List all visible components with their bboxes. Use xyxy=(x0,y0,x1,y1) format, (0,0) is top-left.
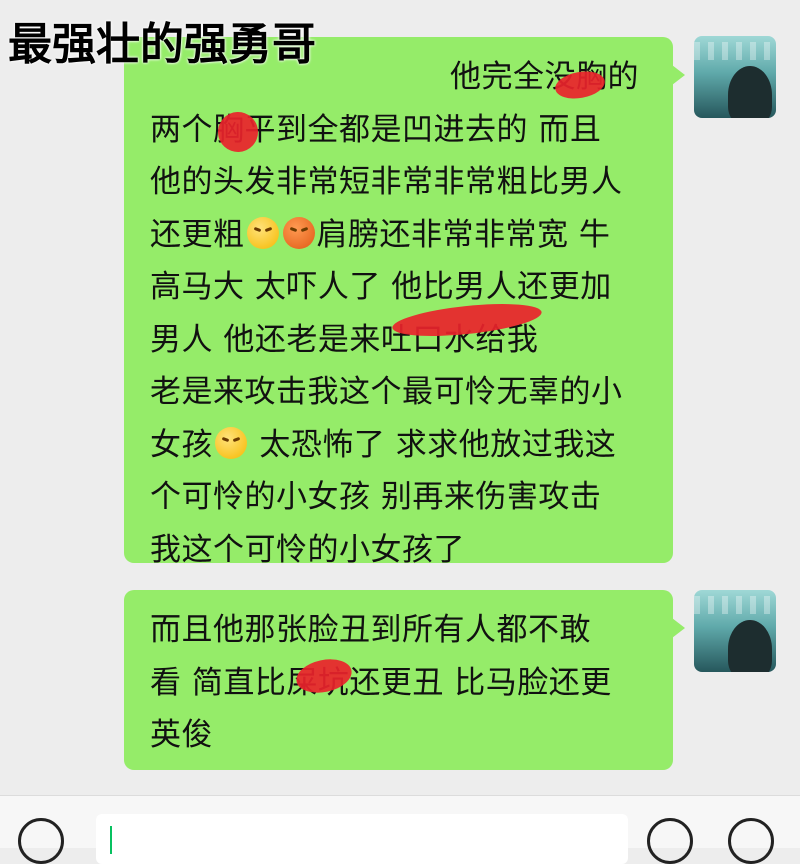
message-line: 女孩 太恐怖了 求求他放过我这 xyxy=(150,426,617,463)
message-line: 他的头发非常短非常非常粗比男人 xyxy=(150,164,623,200)
message-input[interactable] xyxy=(96,814,628,864)
chat-input-bar xyxy=(0,795,800,864)
angry-emoji-icon xyxy=(282,216,315,249)
overlay-title: 最强壮的强勇哥 xyxy=(8,19,316,70)
message-bubble[interactable]: 他完全没胸的 两个胸平到全都是凹进去的 而且 他的头发非常短非常非常粗比男人 还… xyxy=(124,37,685,568)
message-line: 英俊 xyxy=(150,717,213,753)
message-line: 我这个可怜的小女孩了 xyxy=(150,531,465,568)
add-icon[interactable] xyxy=(728,818,774,864)
message-bubble[interactable]: 而且他那张脸丑到所有人都不敢 看 简直比屎坑还更丑 比马脸还更 英俊 xyxy=(124,590,685,770)
voice-icon[interactable] xyxy=(18,818,64,864)
text-caret xyxy=(110,826,112,854)
message-line: 还更粗 肩膀还非常非常宽 牛 xyxy=(150,216,611,253)
crying-emoji-icon xyxy=(246,216,279,249)
avatar[interactable] xyxy=(694,590,776,672)
emoji-icon[interactable] xyxy=(647,818,693,864)
message-line: 而且他那张脸丑到所有人都不敢 xyxy=(150,612,591,648)
message-line: 个可怜的小女孩 别再来伤害攻击 xyxy=(150,479,602,515)
message-line: 看 简直比屎坑还更丑 比马脸还更 xyxy=(150,664,612,701)
avatar[interactable] xyxy=(694,36,776,118)
message-line: 老是来攻击我这个最可怜无辜的小 xyxy=(150,374,623,410)
crying-emoji-icon xyxy=(215,426,247,459)
message-line: 高马大 太吓人了 他比男人还更加 xyxy=(150,269,612,305)
